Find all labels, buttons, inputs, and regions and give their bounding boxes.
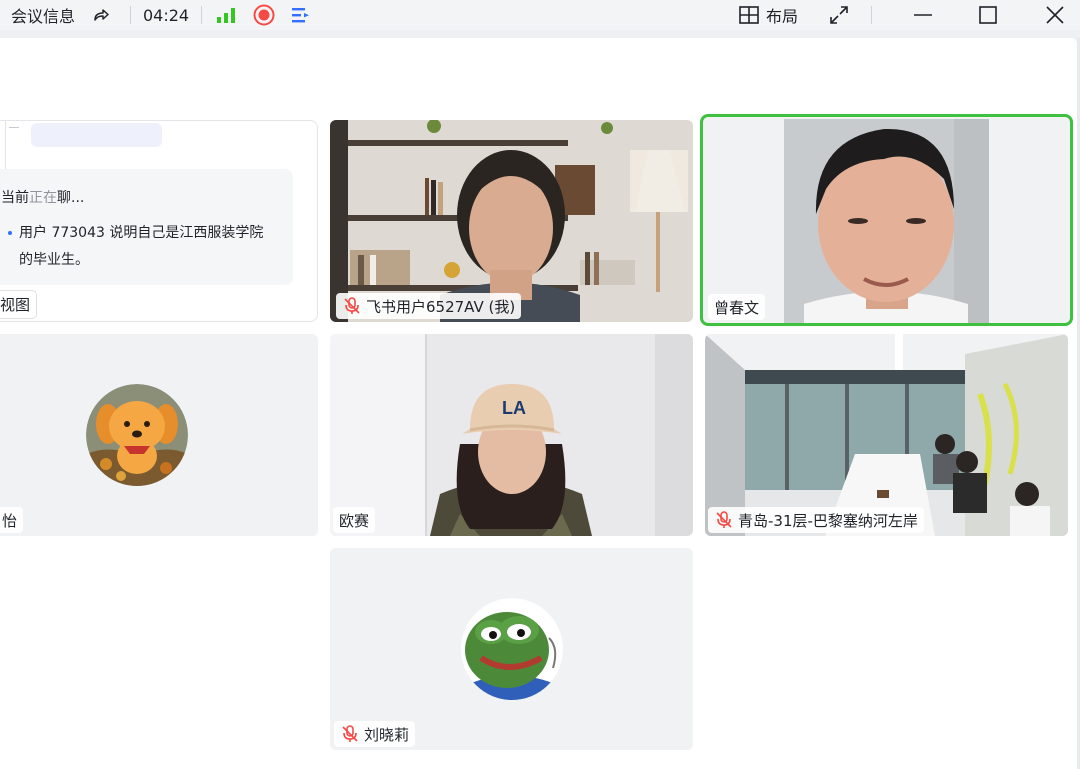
video-feed — [784, 119, 989, 323]
fullscreen-icon[interactable] — [829, 0, 849, 30]
video-tile-speaking[interactable]: 曾春文 — [700, 114, 1073, 326]
frog-avatar-icon — [461, 598, 563, 700]
status-suffix: 聊... — [57, 190, 85, 206]
mic-off-icon — [342, 725, 358, 742]
separator — [201, 6, 202, 24]
close-icon[interactable] — [1045, 0, 1065, 30]
participant-name: 怡 — [2, 511, 18, 530]
summary-content-box: 当前正在聊... 用户 773043 说明自己是江西服装学院的毕业生。 — [0, 169, 293, 285]
dog-avatar-icon — [86, 384, 188, 486]
bullet-dot — [8, 231, 12, 235]
participant-name-tag: 曾春文 — [708, 294, 766, 320]
participant-name: 刘晓莉 — [364, 725, 410, 744]
participant-name: 青岛-31层-巴黎塞纳河左岸 — [738, 511, 918, 530]
avatar-tile-liuxiaoli[interactable]: 刘晓莉 — [330, 548, 693, 750]
timer-text: 04:24 — [143, 5, 190, 25]
meeting-info-button[interactable]: 会议信息 — [11, 0, 75, 30]
view-button-label: 视图 — [0, 296, 31, 314]
participant-name: 飞书用户6527AV (我) — [366, 297, 516, 316]
network-signal-icon[interactable] — [216, 0, 236, 30]
participant-name-tag: 刘晓莉 — [334, 721, 416, 747]
separator — [871, 6, 872, 24]
video-feed — [330, 120, 693, 322]
meeting-summary-panel: 当前正在聊... 用户 773043 说明自己是江西服装学院的毕业生。 视图 — [0, 120, 318, 322]
status-prefix: 当前 — [1, 190, 29, 206]
summary-status: 当前正在聊... — [1, 187, 84, 207]
placeholder-bar — [31, 123, 162, 147]
avatar-tile-yi[interactable]: 怡 — [0, 334, 318, 536]
avatar — [86, 384, 188, 486]
participant-name: 曾春文 — [714, 298, 760, 317]
title-bar: 会议信息 04:24 布局 — [0, 0, 1080, 30]
video-tile-ousai[interactable]: LA 欧赛 — [330, 334, 693, 536]
participant-name: 欧赛 — [339, 511, 370, 530]
mic-off-icon — [716, 511, 732, 528]
meeting-info-label: 会议信息 — [11, 7, 76, 26]
mic-off-icon — [344, 297, 360, 314]
minimize-icon[interactable] — [912, 0, 934, 30]
divider — [5, 121, 6, 169]
meeting-timer: 04:24 — [143, 0, 189, 30]
participant-name-tag: 青岛-31层-巴黎塞纳河左岸 — [708, 507, 924, 533]
video-tile-self[interactable]: 飞书用户6527AV (我) — [330, 120, 693, 322]
participant-name-tag: 飞书用户6527AV (我) — [336, 293, 522, 319]
summary-bullet-text: 用户 773043 说明自己是江西服装学院的毕业生。 — [19, 225, 264, 268]
participant-name-tag: 怡 — [0, 507, 24, 533]
video-tile-room[interactable]: 青岛-31层-巴黎塞纳河左岸 — [705, 334, 1068, 536]
recording-icon[interactable] — [253, 0, 275, 30]
share-icon[interactable] — [92, 0, 110, 30]
video-feed: LA — [330, 334, 693, 536]
participant-name-tag: 欧赛 — [333, 507, 376, 533]
view-button[interactable]: 视图 — [0, 290, 38, 319]
layout-label: 布局 — [766, 7, 799, 26]
divider — [9, 127, 19, 128]
subtitles-icon[interactable] — [291, 0, 311, 30]
video-feed — [705, 334, 1068, 536]
svg-text:LA: LA — [502, 398, 526, 418]
status-highlight: 正在 — [29, 190, 57, 206]
layout-button[interactable]: 布局 — [739, 0, 798, 30]
separator — [130, 6, 131, 24]
avatar — [461, 598, 563, 700]
maximize-icon[interactable] — [978, 0, 998, 30]
layout-grid-icon — [739, 6, 759, 24]
